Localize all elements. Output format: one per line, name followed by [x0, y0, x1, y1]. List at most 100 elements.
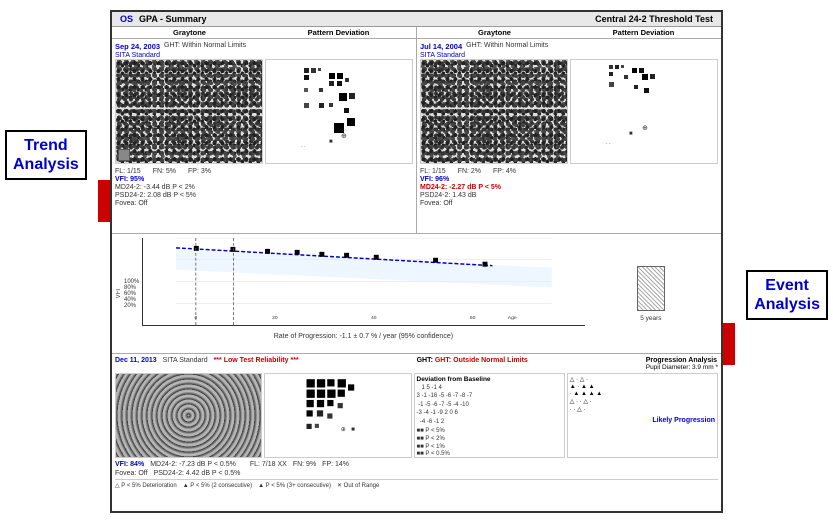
bottom-left-header: Dec 11, 2013 SITA Standard *** Low Test … — [115, 357, 299, 371]
hatched-legend-box — [637, 266, 665, 311]
graytone-label-1: Graytone — [115, 28, 264, 37]
deviation-label: Deviation from Baseline — [417, 376, 562, 383]
left-fl: FL: 1/15 — [115, 168, 141, 175]
svg-text:■: ■ — [351, 426, 355, 433]
right-fovea: Fovea: Off — [420, 200, 453, 207]
deviation-values: 1 5 -1 4 3 -1 -16 -5 -6 -7 -8 -7 -1 -5 -… — [417, 384, 562, 426]
trend-legend: 5 years — [585, 266, 717, 322]
bottom-fl: FL: 7/18 XX — [250, 461, 287, 468]
right-psd-row: PSD24-2: 1.43 dB — [420, 192, 718, 199]
trend-chart-wrapper: 0 20 40 60 Age Rate of Progression: -1.1… — [142, 238, 585, 349]
svg-text:· ·: · · — [301, 144, 306, 150]
left-graytone-icon — [118, 149, 130, 161]
bottom-fovea: Fovea: Off — [115, 470, 148, 477]
report-title: GPA - Summary — [139, 14, 207, 24]
bottom-pattern-img: ⊕ ■ — [264, 373, 411, 458]
legend-item-2: ▲ P < 5% (3+ consecutive) — [258, 482, 331, 489]
svg-text:⊕: ⊕ — [642, 125, 648, 132]
prog-row-3: · ▲ ▲ ▲ ▲ — [570, 391, 715, 397]
pattern-svg: · · ■ ⊕ — [269, 63, 409, 163]
years-label: 5 years — [640, 315, 661, 322]
right-fl: FL: 1/15 — [420, 168, 446, 175]
y-20: 20% — [124, 303, 140, 309]
left-exam-date: Sep 24, 2003 — [115, 42, 160, 51]
left-images: · · ■ ⊕ — [115, 59, 413, 164]
left-stats: FL: 1/15 FN: 5% FP: 3% — [115, 168, 413, 175]
report-header: OS GPA - Summary Central 24-2 Threshold … — [112, 12, 721, 27]
bottom-date: Dec 11, 2013 — [115, 357, 157, 364]
bottom-far-right-header: Progression Analysis Pupil Diameter: 3.9… — [646, 357, 718, 371]
bottom-graytone-pattern — [116, 374, 261, 457]
report-panel: OS GPA - Summary Central 24-2 Threshold … — [110, 10, 723, 513]
dev-row-2: 3 -1 -16 -5 -6 -7 -8 -7 — [417, 392, 562, 400]
trend-analysis-label: Trend Analysis — [13, 136, 79, 174]
right-graytone-pattern — [421, 60, 567, 163]
dev-leg-3: ■■ P < 1% — [417, 444, 562, 452]
bottom-images-row: ⊕ ■ Deviation from Baseline 1 5 -1 4 3 -… — [115, 373, 718, 458]
trend-section: VFI 100% 80% 60% 40% 20% — [112, 234, 721, 354]
prog-mixed: △ · · △ · — [570, 398, 592, 405]
prog-triangle-open-1: △ · △ · — [570, 376, 588, 383]
pattern-deviation-label-2: Pattern Deviation — [569, 28, 718, 37]
right-stats: FL: 1/15 FN: 2% FP: 4% — [420, 168, 718, 175]
bottom-pattern-svg: ⊕ ■ — [265, 374, 410, 457]
y-axis-values: 100% 80% 60% 40% 20% — [124, 279, 142, 309]
right-section-labels: Graytone Pattern Deviation — [416, 27, 721, 38]
dev-row-5: -4 -6 -1 2 — [417, 418, 562, 426]
dev-row-1: 1 5 -1 4 — [417, 384, 562, 392]
left-ght: GHT: Within Normal Limits — [164, 42, 246, 51]
left-graytone-pattern — [116, 60, 262, 163]
prog-row-4: △ · · △ · — [570, 398, 715, 405]
right-vfi-row: VFI: 96% — [420, 176, 718, 183]
legend-item-0: △ P < 5% Deterioration — [115, 482, 177, 489]
bottom-fp: FP: 14% — [322, 461, 349, 468]
top-exam-section: Sep 24, 2003 GHT: Within Normal Limits S… — [112, 39, 721, 234]
bottom-ght-label: GHT: — [417, 357, 435, 364]
svg-text:40: 40 — [371, 315, 377, 321]
legend-row: △ P < 5% Deterioration ▲ P < 5% (2 conse… — [115, 479, 718, 489]
trend-wrapper: VFI 100% 80% 60% 40% 20% — [116, 238, 717, 349]
prog-row-2: ▲ · ▲ ▲ — [570, 384, 715, 390]
eye-label: OS — [120, 14, 133, 24]
prog-row-5: · · △ · — [570, 406, 715, 413]
right-exam-header: Jul 14, 2004 GHT: Within Normal Limits — [420, 42, 718, 51]
right-images: · · ■ ⊕ — [420, 59, 718, 164]
bottom-header: Dec 11, 2013 SITA Standard *** Low Test … — [115, 357, 718, 371]
left-exam-col: Sep 24, 2003 GHT: Within Normal Limits S… — [112, 39, 417, 233]
left-vfi-row: VFI: 95% — [115, 176, 413, 183]
bottom-stats-row: VFI: 84% MD24-2: -7.23 dB P < 0.5% FL: 7… — [115, 461, 718, 468]
left-psd: PSD24-2: 2.08 dB P < 5% — [115, 192, 196, 199]
vfi-y-axis-label: VFI — [116, 289, 122, 298]
svg-text:0: 0 — [194, 315, 197, 321]
svg-text:⊕: ⊕ — [341, 133, 347, 140]
dev-leg-4: ■■ P < 0.5% — [417, 451, 562, 459]
left-fovea: Fovea: Off — [115, 200, 148, 207]
dot-container: · · ■ ⊕ — [268, 62, 410, 164]
right-md: MD24-2: -2.27 dB P < 5% — [420, 184, 501, 191]
legend-item-3: ✕ Out of Range — [337, 482, 379, 489]
left-graytone-img — [115, 59, 263, 164]
left-md: MD24-2: -3.44 dB P < 2% — [115, 184, 195, 191]
left-md-row: MD24-2: -3.44 dB P < 2% — [115, 184, 413, 191]
right-standard: SITA Standard — [420, 52, 718, 59]
right-exam-date: Jul 14, 2004 — [420, 42, 462, 51]
prog-row-1: △ · △ · — [570, 376, 715, 383]
left-fovea-row: Fovea: Off — [115, 200, 413, 207]
right-exam-col: Jul 14, 2004 GHT: Within Normal Limits S… — [417, 39, 721, 233]
bottom-psd: PSD24-2: 4.42 dB P < 0.5% — [154, 470, 241, 477]
right-pattern-img: · · ■ ⊕ — [570, 59, 718, 164]
graytone-label-2: Graytone — [420, 28, 569, 37]
left-exam-header: Sep 24, 2003 GHT: Within Normal Limits — [115, 42, 413, 51]
bottom-md: MD24-2: -7.23 dB P < 0.5% — [150, 461, 236, 468]
dev-leg-1: ■■ P < 5% — [417, 428, 562, 436]
bottom-right-header: GHT: GHT: Outside Normal Limits — [417, 357, 528, 371]
left-pattern-dots: · · ■ ⊕ — [266, 60, 412, 166]
right-fp: FP: 4% — [493, 168, 516, 175]
left-psd-row: PSD24-2: 2.08 dB P < 5% — [115, 192, 413, 199]
svg-text:20: 20 — [272, 315, 278, 321]
svg-text:⊕: ⊕ — [341, 426, 346, 433]
column-labels-row: Graytone Pattern Deviation Graytone Patt… — [112, 27, 721, 39]
right-graytone-img — [420, 59, 568, 164]
right-fn: FN: 2% — [458, 168, 481, 175]
rate-of-progression: Rate of Progression: -1.1 ± 0.7 % / year… — [142, 333, 585, 340]
